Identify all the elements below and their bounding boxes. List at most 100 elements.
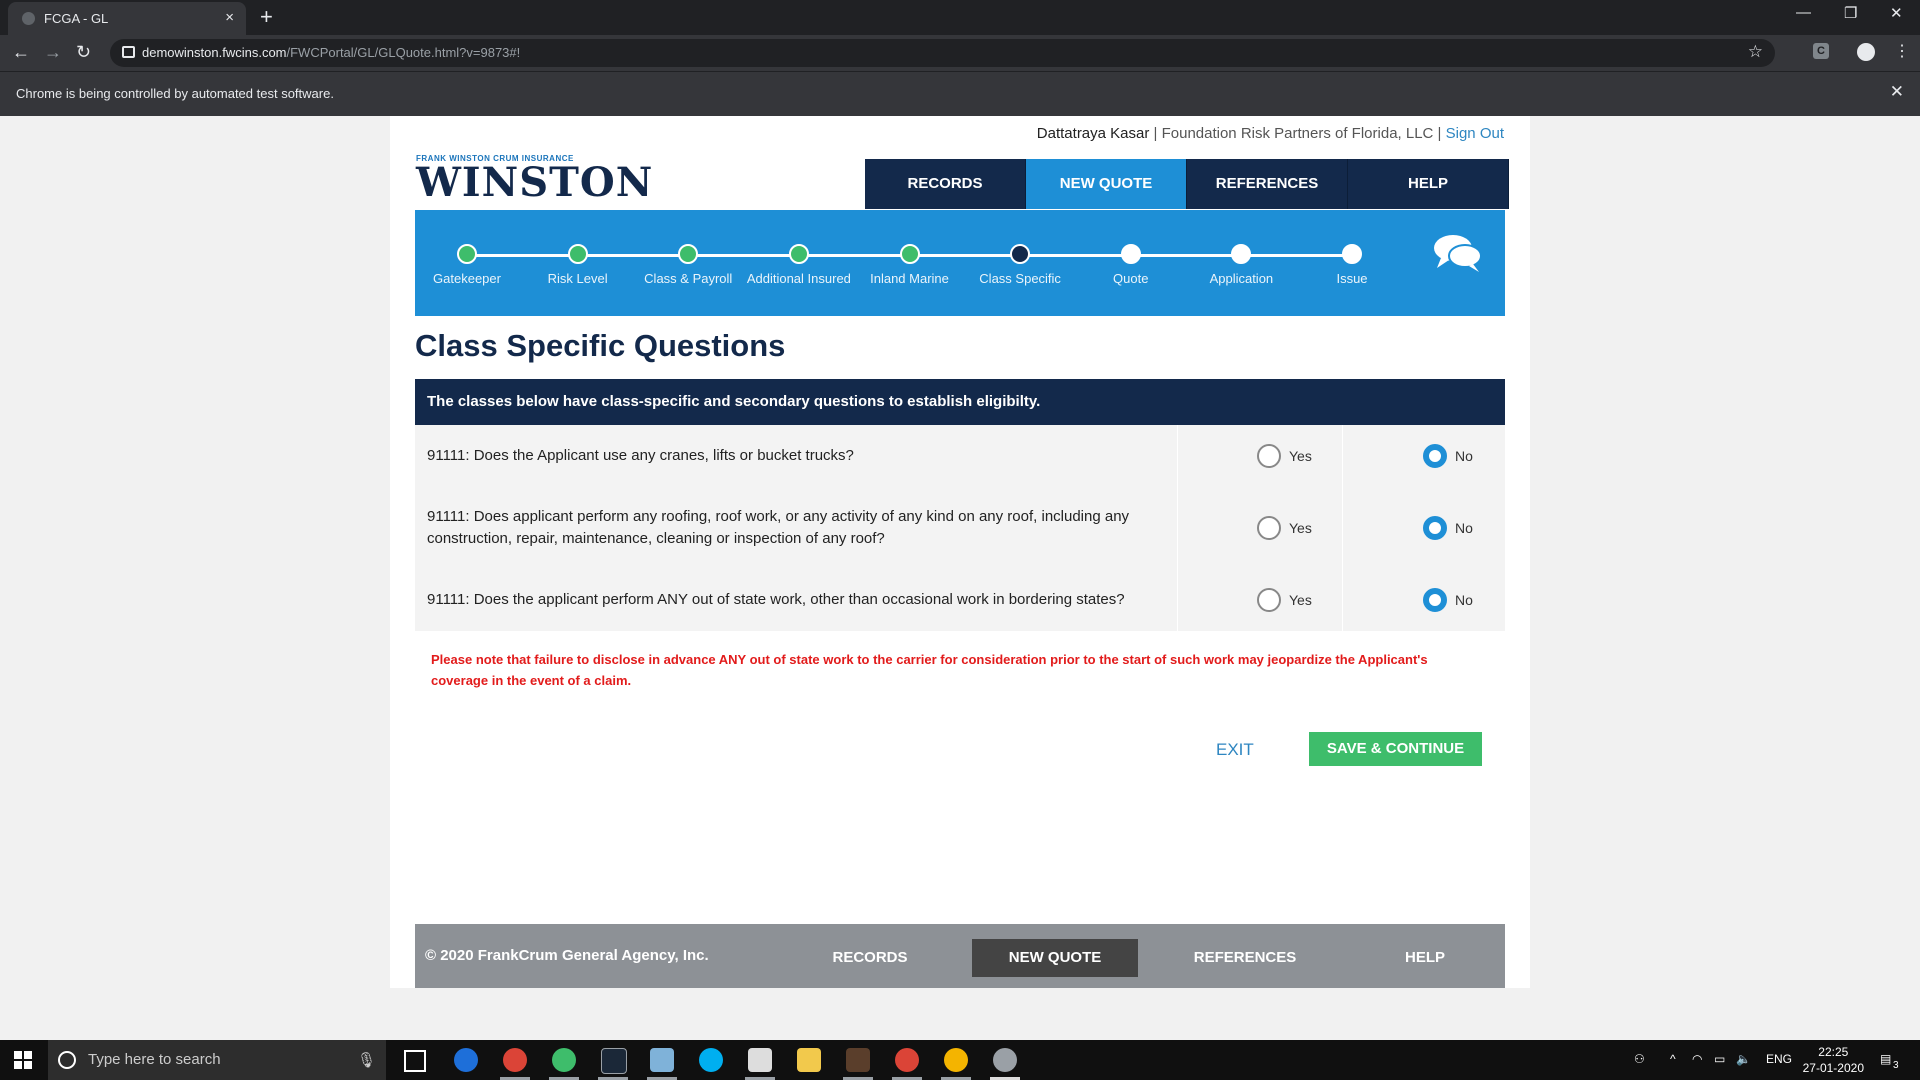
step-dot-icon [1342, 244, 1362, 264]
page-container: Dattatraya Kasar | Foundation Risk Partn… [390, 116, 1530, 988]
bookmark-star-icon[interactable]: ☆ [1748, 42, 1763, 62]
battery-icon[interactable]: ▭ [1714, 1052, 1725, 1066]
no-label: No [1455, 592, 1473, 608]
footer-nav-help[interactable]: HELP [1375, 939, 1475, 977]
footer-nav-references[interactable]: REFERENCES [1175, 939, 1315, 977]
radio-circle-icon[interactable] [1257, 516, 1281, 540]
skype-icon[interactable] [699, 1048, 723, 1072]
reload-icon[interactable]: ↻ [76, 42, 91, 63]
q1-no-radio[interactable]: No [1423, 444, 1473, 468]
q1-yes-radio[interactable]: Yes [1257, 444, 1312, 468]
chat-icon[interactable] [1431, 232, 1483, 274]
utorrent-icon[interactable] [552, 1048, 576, 1072]
wifi-icon[interactable]: ◠ [1692, 1052, 1702, 1066]
chrome-window-icon[interactable] [944, 1048, 968, 1072]
chrome-window-icon[interactable] [895, 1048, 919, 1072]
new-tab-icon[interactable]: + [260, 4, 273, 30]
language-indicator[interactable]: ENG [1766, 1052, 1792, 1066]
footer-nav-records[interactable]: RECORDS [805, 939, 935, 977]
cortana-icon [58, 1051, 76, 1069]
q2-yes-radio[interactable]: Yes [1257, 516, 1312, 540]
nav-new-quote[interactable]: NEW QUOTE [1026, 159, 1187, 209]
taskbar-search-box[interactable]: Type here to search 🎙 [48, 1040, 386, 1080]
step-dot-icon [567, 244, 588, 264]
step-label: Issue [1336, 271, 1368, 286]
question-row: 91111: Does the applicant perform ANY ou… [415, 569, 1505, 633]
save-continue-button[interactable]: SAVE & CONTINUE [1309, 732, 1482, 766]
no-label: No [1455, 520, 1473, 536]
tab-favicon-icon [22, 12, 35, 25]
extension-icon[interactable]: C [1813, 43, 1829, 59]
radio-selected-icon[interactable] [1423, 588, 1447, 612]
copyright-text: © 2020 FrankCrum General Agency, Inc. [425, 947, 709, 964]
step-dot-icon [457, 244, 477, 264]
nav-references[interactable]: REFERENCES [1187, 159, 1348, 209]
question-row: 91111: Does the Applicant use any cranes… [415, 425, 1505, 489]
questions-intro-header: The classes below have class-specific an… [415, 379, 1505, 425]
chrome-browser-icon[interactable] [503, 1048, 527, 1072]
chrome-menu-icon[interactable]: ⋮ [1894, 41, 1910, 61]
q3-yes-radio[interactable]: Yes [1257, 588, 1312, 612]
infobar-close-icon[interactable]: ✕ [1890, 82, 1904, 102]
radio-selected-icon[interactable] [1423, 444, 1447, 468]
restore-icon[interactable]: ❐ [1844, 4, 1857, 22]
question-row: 91111: Does applicant perform any roofin… [415, 487, 1505, 571]
notepad-icon[interactable] [650, 1048, 674, 1072]
window-close-icon[interactable]: ✕ [1890, 4, 1903, 22]
microphone-icon[interactable]: 🎙 [357, 1051, 376, 1069]
step-dot-icon [1231, 244, 1252, 264]
logo-wordmark: WINSTON [416, 159, 654, 206]
page-footer: © 2020 FrankCrum General Agency, Inc. RE… [415, 924, 1505, 988]
search-placeholder: Type here to search [88, 1051, 221, 1068]
radio-circle-icon[interactable] [1257, 588, 1281, 612]
out-of-state-warning: Please note that failure to disclose in … [431, 652, 1428, 688]
chrome-window-icon[interactable] [993, 1048, 1017, 1072]
volume-icon[interactable]: 🔈 [1736, 1052, 1751, 1066]
windows-taskbar: Type here to search 🎙 ⚇ ^ ◠ ▭ 🔈 ENG 22:2… [0, 1040, 1920, 1080]
task-view-icon[interactable] [404, 1050, 426, 1072]
winston-logo[interactable]: FRANK WINSTON CRUM INSURANCE WINSTON [416, 154, 653, 203]
people-icon[interactable]: ⚇ [1634, 1052, 1645, 1066]
clock-date: 27-01-2020 [1802, 1061, 1864, 1075]
steam-icon[interactable] [601, 1048, 627, 1074]
browser-tab[interactable]: FCGA - GL × [8, 2, 246, 35]
address-bar[interactable]: demowinston.fwcins.com/FWCPortal/GL/GLQu… [110, 39, 1775, 67]
page-title: Class Specific Questions [415, 328, 786, 363]
edge-browser-icon[interactable] [454, 1048, 478, 1072]
photos-icon[interactable] [748, 1048, 772, 1072]
tray-chevron-icon[interactable]: ^ [1670, 1052, 1676, 1066]
nav-help[interactable]: HELP [1348, 159, 1509, 209]
question-text: 91111: Does applicant perform any roofin… [427, 508, 1130, 547]
user-bar: Dattatraya Kasar | Foundation Risk Partn… [1036, 125, 1504, 142]
exit-button[interactable]: EXIT [1216, 740, 1254, 760]
game-app-icon[interactable] [846, 1048, 870, 1072]
nav-records[interactable]: RECORDS [865, 159, 1026, 209]
radio-circle-icon[interactable] [1257, 444, 1281, 468]
browser-toolbar: ← → ↻ demowinston.fwcins.com/FWCPortal/G… [0, 35, 1920, 71]
q3-no-radio[interactable]: No [1423, 588, 1473, 612]
forward-icon[interactable]: → [44, 42, 62, 63]
notification-center-icon[interactable]: ▤ [1880, 1052, 1891, 1066]
step-dot-icon [788, 244, 809, 264]
back-icon[interactable]: ← [12, 42, 30, 63]
agency-name: Foundation Risk Partners of Florida, LLC [1161, 125, 1434, 142]
windows-start-icon[interactable] [14, 1051, 32, 1069]
radio-selected-icon[interactable] [1423, 516, 1447, 540]
sign-out-link[interactable]: Sign Out [1446, 125, 1504, 142]
tab-close-icon[interactable]: × [225, 9, 234, 26]
q2-no-radio[interactable]: No [1423, 516, 1473, 540]
infobar-message: Chrome is being controlled by automated … [16, 86, 334, 101]
step-dot-icon [678, 244, 699, 264]
tab-title: FCGA - GL [44, 11, 109, 26]
top-nav: RECORDS NEW QUOTE REFERENCES HELP [865, 159, 1509, 209]
system-clock[interactable]: 22:25 27-01-2020 [1803, 1044, 1864, 1076]
file-explorer-icon[interactable] [797, 1048, 821, 1072]
profile-avatar-icon[interactable] [1857, 43, 1875, 61]
clock-time: 22:25 [1818, 1045, 1849, 1059]
minimize-icon[interactable]: — [1796, 4, 1811, 21]
step-dot-icon [1120, 244, 1141, 264]
step-dot-icon [899, 244, 920, 264]
user-name: Dattatraya Kasar [1036, 125, 1150, 142]
progress-step: Issue [1282, 244, 1422, 286]
footer-nav-new-quote[interactable]: NEW QUOTE [972, 939, 1138, 977]
